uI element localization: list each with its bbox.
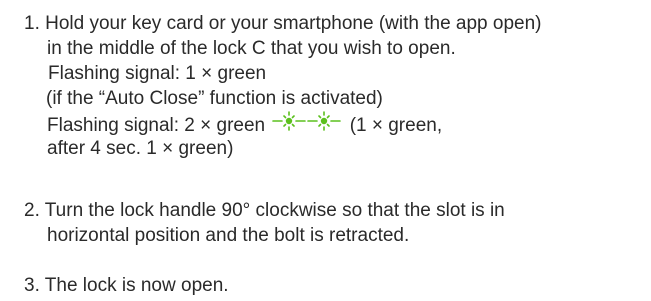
step-1-line-6: after 4 sec. 1 × green) <box>47 138 234 159</box>
step-2-line-1: 2. Turn the lock handle 90° clockwise so… <box>24 200 505 221</box>
step-2-line-2: horizontal position and the bolt is retr… <box>47 225 410 246</box>
step-1-line-1: 1. Hold your key card or your smartphone… <box>24 13 542 34</box>
step-1-line-5-tail: (1 × green, <box>349 115 443 137</box>
step-1-line-5-text: Flashing signal: 2 × green <box>47 115 266 137</box>
step-3-line-1: 3. The lock is now open. <box>24 275 229 296</box>
step-1-line-5: Flashing signal: 2 × green (1 × green, <box>47 110 443 140</box>
step-1-line-2: in the middle of the lock C that you wis… <box>47 38 456 59</box>
step-1-line-3: Flashing signal: 1 × green <box>48 63 267 84</box>
green-flash-icon <box>270 110 344 138</box>
step-1-line-4: (if the “Auto Close” function is activat… <box>46 88 383 109</box>
